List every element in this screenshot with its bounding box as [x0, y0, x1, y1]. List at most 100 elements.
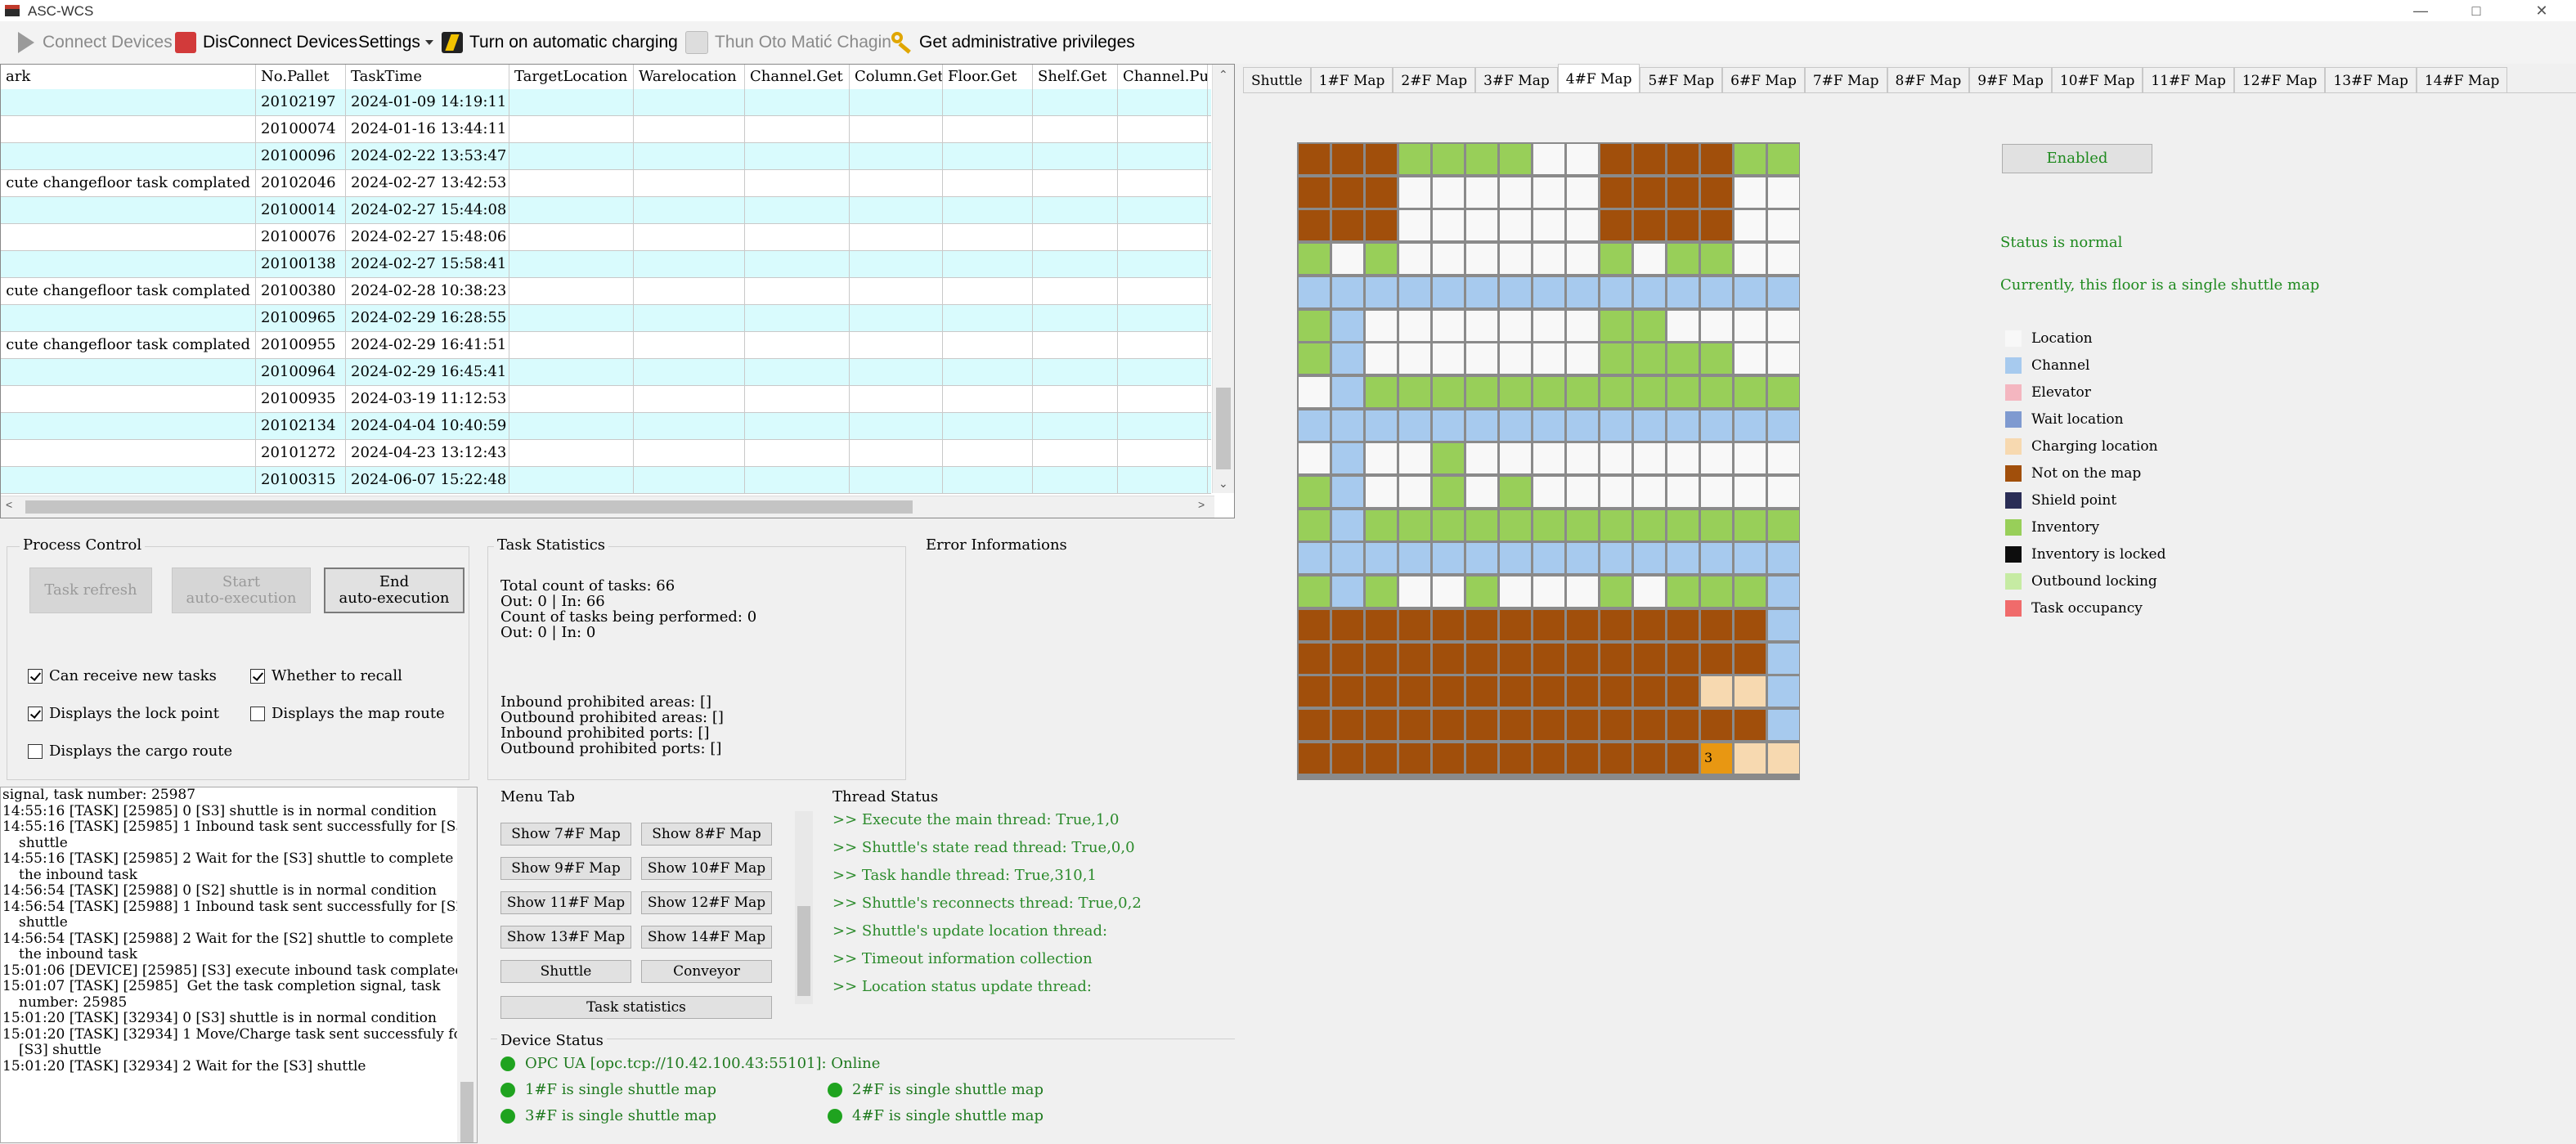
table-row[interactable]: 20100014 2024-02-27 15:44:08: [1, 197, 1211, 224]
map-cell[interactable]: [1365, 476, 1398, 508]
map-cell[interactable]: [1499, 642, 1532, 675]
map-cell[interactable]: [1298, 608, 1331, 641]
map-cell[interactable]: [1533, 675, 1565, 708]
map-cell[interactable]: [1499, 542, 1532, 575]
scroll-right-icon[interactable]: >: [1198, 498, 1205, 511]
map-cell[interactable]: [1767, 642, 1800, 675]
map-cell[interactable]: [1365, 309, 1398, 342]
map-cell[interactable]: [1499, 742, 1532, 774]
map-cell[interactable]: [1398, 309, 1431, 342]
map-cell[interactable]: [1533, 143, 1565, 175]
tab-floor-map[interactable]: 3#F Map: [1475, 67, 1558, 93]
map-cell[interactable]: [1465, 742, 1498, 774]
map-cell[interactable]: [1734, 509, 1766, 541]
table-row[interactable]: 20100965 2024-02-29 16:28:55: [1, 305, 1211, 332]
map-cell[interactable]: [1331, 542, 1364, 575]
map-cell[interactable]: [1566, 542, 1599, 575]
map-cell[interactable]: [1600, 375, 1632, 408]
map-cell[interactable]: [1432, 542, 1465, 575]
map-cell[interactable]: [1767, 409, 1800, 442]
map-cell[interactable]: [1465, 343, 1498, 375]
map-cell[interactable]: [1432, 309, 1465, 342]
map-cell[interactable]: [1767, 143, 1800, 175]
map-cell[interactable]: [1331, 476, 1364, 508]
start-auto-execution-button[interactable]: Start auto-execution: [172, 568, 311, 613]
map-cell[interactable]: [1734, 176, 1766, 209]
auto-charge-off-button[interactable]: Thun Oto Matić Chagin: [685, 29, 891, 56]
map-cell[interactable]: [1432, 343, 1465, 375]
map-cell[interactable]: [1700, 608, 1733, 641]
map-cell[interactable]: [1600, 608, 1632, 641]
map-cell[interactable]: [1533, 708, 1565, 741]
map-cell[interactable]: [1566, 442, 1599, 475]
map-cell[interactable]: [1667, 276, 1699, 308]
tab-floor-map[interactable]: 5#F Map: [1640, 67, 1723, 93]
map-cell[interactable]: [1667, 509, 1699, 541]
map-cell[interactable]: [1767, 675, 1800, 708]
map-cell[interactable]: [1298, 176, 1331, 209]
map-cell[interactable]: [1331, 243, 1364, 276]
scroll-up-icon[interactable]: ⌃: [1218, 68, 1228, 82]
map-cell[interactable]: [1331, 442, 1364, 475]
column-header[interactable]: Shelf.Get: [1033, 65, 1118, 89]
map-cell[interactable]: [1533, 176, 1565, 209]
map-cell[interactable]: [1633, 375, 1666, 408]
menu-button[interactable]: Shuttle: [500, 960, 631, 983]
map-cell[interactable]: [1465, 509, 1498, 541]
auto-charge-on-button[interactable]: Turn on automatic charging: [442, 29, 678, 56]
scroll-thumb[interactable]: [25, 500, 913, 514]
map-cell[interactable]: [1432, 243, 1465, 276]
map-cell[interactable]: [1533, 742, 1565, 774]
map-cell[interactable]: [1398, 476, 1431, 508]
map-cell[interactable]: [1298, 409, 1331, 442]
map-cell[interactable]: [1499, 576, 1532, 608]
map-cell[interactable]: [1700, 143, 1733, 175]
map-cell[interactable]: [1667, 542, 1699, 575]
map-cell[interactable]: [1767, 476, 1800, 508]
table-row[interactable]: 20100315 2024-06-07 15:22:48: [1, 467, 1211, 494]
map-cell[interactable]: [1767, 375, 1800, 408]
map-cell[interactable]: [1566, 409, 1599, 442]
map-cell[interactable]: [1767, 742, 1800, 774]
map-cell[interactable]: [1600, 708, 1632, 741]
map-cell[interactable]: [1533, 309, 1565, 342]
map-cell[interactable]: [1365, 343, 1398, 375]
map-cell[interactable]: [1365, 409, 1398, 442]
admin-privileges-button[interactable]: Get administrative privileges: [891, 29, 1135, 56]
map-cell[interactable]: [1499, 343, 1532, 375]
checkbox-icon[interactable]: [250, 668, 265, 684]
map-cell[interactable]: [1667, 476, 1699, 508]
map-cell[interactable]: [1633, 209, 1666, 242]
table-row[interactable]: 20100074 2024-01-16 13:44:11: [1, 116, 1211, 143]
map-cell[interactable]: [1633, 509, 1666, 541]
map-cell[interactable]: [1700, 375, 1733, 408]
map-cell[interactable]: [1600, 409, 1632, 442]
map-cell[interactable]: [1432, 176, 1465, 209]
map-cell[interactable]: [1600, 542, 1632, 575]
map-cell[interactable]: [1398, 742, 1431, 774]
map-cell[interactable]: [1700, 343, 1733, 375]
map-cell[interactable]: [1566, 476, 1599, 508]
menu-button[interactable]: Show 8#F Map: [641, 823, 772, 846]
checkbox-icon[interactable]: [250, 706, 265, 721]
map-cell[interactable]: [1465, 243, 1498, 276]
map-cell[interactable]: [1398, 176, 1431, 209]
map-cell[interactable]: [1566, 675, 1599, 708]
map-cell[interactable]: [1331, 742, 1364, 774]
map-cell[interactable]: [1365, 642, 1398, 675]
map-cell[interactable]: [1499, 708, 1532, 741]
map-cell[interactable]: [1633, 343, 1666, 375]
scroll-down-icon[interactable]: ⌄: [1218, 477, 1228, 491]
map-cell[interactable]: [1331, 375, 1364, 408]
checkbox-icon[interactable]: [28, 668, 43, 684]
map-cell[interactable]: [1533, 375, 1565, 408]
map-cell[interactable]: [1398, 576, 1431, 608]
map-cell[interactable]: [1767, 442, 1800, 475]
map-cell[interactable]: [1600, 209, 1632, 242]
table-row[interactable]: 20100096 2024-02-22 13:53:47: [1, 143, 1211, 170]
map-cell[interactable]: [1767, 276, 1800, 308]
map-cell[interactable]: [1667, 343, 1699, 375]
checkbox-option[interactable]: Can receive new tasks: [28, 667, 217, 684]
log-scrollbar[interactable]: [457, 787, 477, 1142]
map-cell[interactable]: [1398, 442, 1431, 475]
